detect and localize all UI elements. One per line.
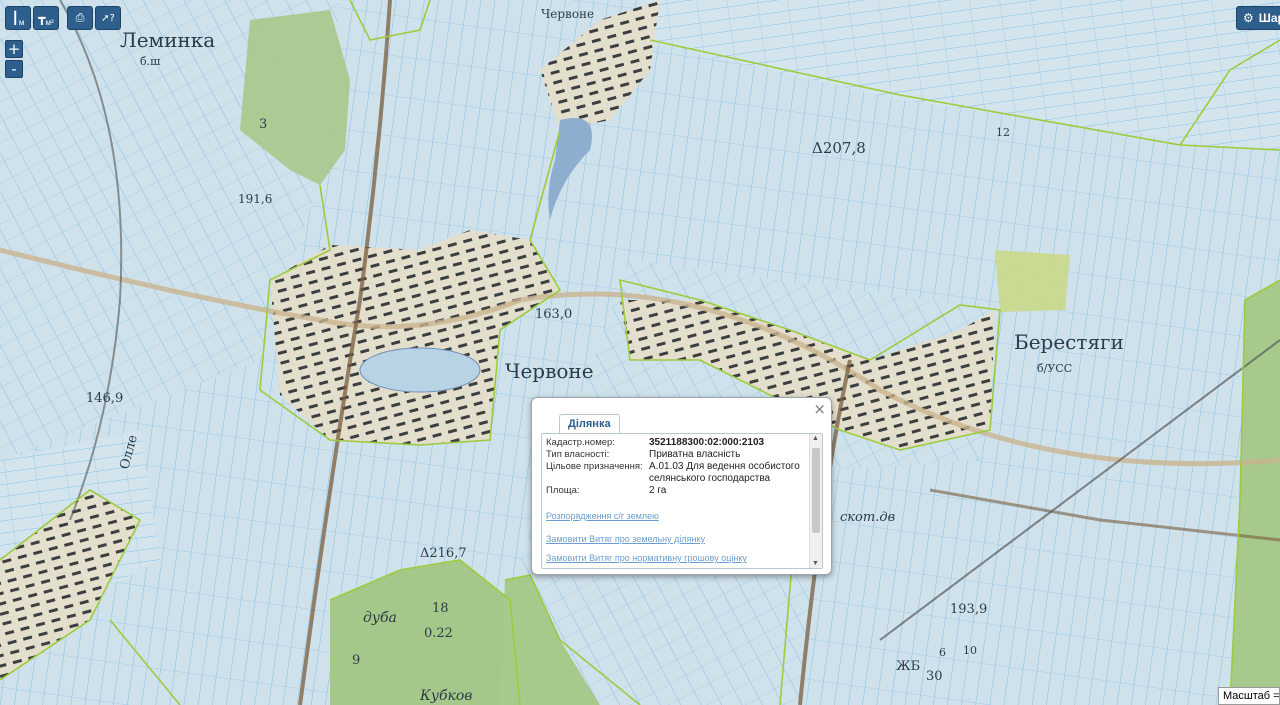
- label-road-6: 6: [939, 646, 946, 659]
- parcel-popup: × Ділянка Кадастр.номер: 3521188300:02:0…: [531, 397, 832, 575]
- label-kom: скот.дв: [840, 510, 895, 525]
- identify-button[interactable]: ➚?: [95, 6, 121, 30]
- field-label: Цільове призначення:: [546, 461, 643, 472]
- measure-toolbar: ┃ м ┳ м²: [5, 6, 59, 30]
- area-icon: ┳: [38, 11, 46, 25]
- printer-icon: ⎙: [75, 11, 85, 24]
- popup-body: Кадастр.номер: 3521188300:02:000:2103 Ти…: [541, 433, 823, 569]
- label-road-zhb: ЖБ: [896, 659, 920, 674]
- map-canvas[interactable]: Червоне Червоне Берестяги б/УСС Леминка …: [0, 0, 1280, 705]
- layers-label: Шарі: [1258, 11, 1280, 25]
- field-area: Площа: 2 га: [546, 485, 808, 497]
- field-label: Тип власності:: [546, 449, 610, 460]
- zoom-in-button[interactable]: +: [5, 40, 23, 58]
- field-label: Площа:: [546, 485, 580, 496]
- ruler-unit-label: м: [18, 17, 25, 27]
- popup-scrollbar[interactable]: ▲ ▼: [809, 434, 822, 568]
- label-place-nw: Леминка: [120, 28, 215, 52]
- popup-content: Кадастр.номер: 3521188300:02:000:2103 Ти…: [546, 437, 808, 563]
- map-image: Червоне Червоне Берестяги б/УСС Леминка …: [0, 0, 1280, 705]
- label-village-east: Берестяги: [1014, 330, 1124, 354]
- link-land-disposal[interactable]: Розпорядження с/г землею: [546, 511, 808, 521]
- field-value: Приватна власність: [649, 449, 741, 460]
- scale-indicator: Масштаб = 1 :: [1218, 687, 1280, 705]
- scroll-thumb[interactable]: [812, 448, 820, 533]
- label-height-3: 193,9: [950, 602, 987, 617]
- label-height-4: Δ216,7: [420, 546, 467, 561]
- label-height-5: 146,9: [86, 391, 123, 406]
- field-ownership-type: Тип власності: Приватна власність: [546, 449, 808, 461]
- zoom-control: + -: [5, 40, 23, 80]
- cursor-question-icon: ➚?: [101, 12, 115, 24]
- label-height-1: Δ207,8: [812, 139, 866, 157]
- label-num-022: 0.22: [424, 626, 453, 641]
- link-order-valuation-extract[interactable]: Замовити Витяг про нормативну грошову оц…: [546, 553, 808, 563]
- field-cadastral-number: Кадастр.номер: 3521188300:02:000:2103: [546, 437, 808, 449]
- area-unit-label: м²: [45, 17, 54, 27]
- popup-close-button[interactable]: ×: [813, 400, 826, 418]
- print-button[interactable]: ⎙: [67, 6, 93, 30]
- label-forest-s: дуба: [363, 610, 397, 626]
- label-village-north: Червоне: [541, 7, 594, 21]
- label-num-3: 3: [259, 117, 267, 132]
- label-num-30: 30: [926, 669, 943, 684]
- tab-parcel[interactable]: Ділянка: [559, 414, 620, 433]
- label-village-east-sub: б/УСС: [1037, 362, 1072, 375]
- measure-area-button[interactable]: ┳ м²: [33, 6, 59, 30]
- measure-length-button[interactable]: ┃ м: [5, 6, 31, 30]
- field-value: А.01.03 Для ведення особистого селянсько…: [649, 461, 800, 484]
- field-value: 2 га: [649, 485, 667, 496]
- zoom-out-button[interactable]: -: [5, 60, 23, 78]
- field-label: Кадастр.номер:: [546, 437, 615, 448]
- gear-icon: ⚙: [1243, 11, 1254, 25]
- field-purpose: Цільове призначення: А.01.03 Для ведення…: [546, 461, 808, 485]
- scale-label: Масштаб = 1 :: [1223, 690, 1280, 702]
- label-num-10: 10: [963, 644, 977, 657]
- scroll-up-icon[interactable]: ▲: [812, 435, 819, 442]
- label-village-main: Червоне: [505, 359, 594, 383]
- layers-button[interactable]: ⚙ Шарі: [1236, 6, 1280, 30]
- ruler-icon: ┃: [11, 11, 19, 25]
- label-num-12: 12: [996, 126, 1010, 139]
- scroll-down-icon[interactable]: ▼: [812, 560, 819, 567]
- label-height-2: 163,0: [535, 307, 572, 322]
- label-forest-sw: Кубков: [419, 688, 472, 704]
- label-height-6: 191,6: [238, 192, 272, 206]
- label-num-18: 18: [432, 601, 449, 616]
- link-order-parcel-extract[interactable]: Замовити Витяг про земельну ділянку: [546, 534, 808, 544]
- label-place-nw-sub: б.ш: [140, 55, 160, 68]
- field-value: 3521188300:02:000:2103: [649, 437, 765, 448]
- tools-toolbar: ⎙ ➚?: [67, 6, 121, 30]
- label-num-9: 9: [352, 653, 360, 668]
